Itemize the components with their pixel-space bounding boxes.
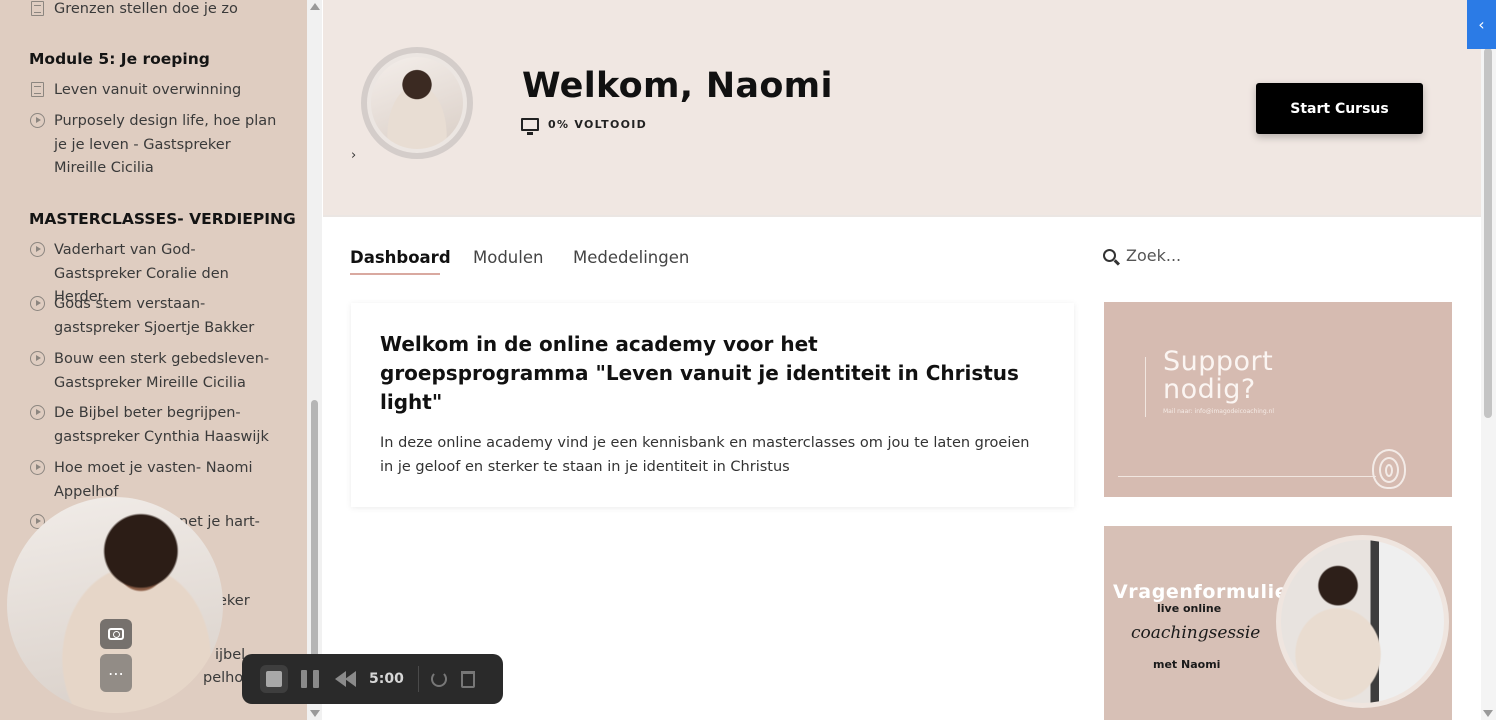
pause-button[interactable] [301,670,319,688]
question-form-banner[interactable]: Vragenformulier live online coachingsess… [1104,526,1452,720]
rewind-button[interactable] [335,671,357,687]
recording-timer: 5:00 [369,671,404,687]
form-banner-line3: met Naomi [1153,658,1221,671]
active-tab-underline [350,273,440,275]
form-banner-line1: live online [1157,602,1222,615]
play-circle-icon [29,112,45,128]
sidebar-item-label: Bouw een sterk gebedsleven- Gastspreker … [54,351,270,391]
app-root: Grenzen stellen doe je zo Module 5: Je r… [0,0,1496,720]
form-banner-line2: coachingsessie [1131,623,1261,643]
form-banner-title: Vragenformulier [1113,581,1299,603]
avatar-photo [371,57,463,149]
sidebar-masterclasses-heading: MASTERCLASSES- VERDIEPING [29,210,296,228]
support-title-line1: Support [1163,346,1274,377]
camera-button[interactable] [100,619,132,649]
search-box[interactable] [1103,246,1326,265]
divider [417,666,419,692]
tab-mededelingen[interactable]: Mededelingen [573,248,689,267]
fingerprint-icon [1372,449,1406,489]
avatar [361,47,473,159]
sidebar-item-overwinning[interactable]: Leven vanuit overwinning [29,79,279,103]
page-title: Welkom, Naomi [522,66,833,106]
scroll-down-icon[interactable] [310,710,320,717]
progress-label: 0% VOLTOOID [548,118,648,131]
sidebar-item-label: Hoe moet je vasten- Naomi Appelhof [54,460,253,500]
sidebar-item-vasten[interactable]: Hoe moet je vasten- Naomi Appelhof [29,457,279,504]
restart-icon[interactable] [430,671,447,687]
recording-toolbar: 5:00 [242,654,503,704]
main-scroll-thumb[interactable] [1484,48,1492,418]
camera-icon [108,628,124,640]
progress-indicator: 0% VOLTOOID [521,118,648,135]
welcome-card-text: In deze online academy vind je een kenni… [380,435,1030,475]
play-circle-icon [29,241,45,257]
stop-icon [266,671,282,687]
divider [1145,357,1146,417]
welcome-card-title: Welkom in de online academy voor het gro… [380,332,1019,414]
doc-icon [29,81,45,97]
sidebar-item-gods-stem[interactable]: Gods stem verstaan- gastspreker Sjoertje… [29,293,279,340]
scroll-up-icon[interactable] [310,3,320,10]
play-circle-icon [29,295,45,311]
coach-photo [1276,535,1449,708]
support-mail: Mail naar: info@imagodeicoaching.nl [1163,408,1275,415]
support-title-line2: nodig? [1163,374,1256,405]
welcome-card: Welkom in de online academy voor het gro… [351,303,1074,507]
search-input[interactable] [1126,246,1326,265]
course-header: › Welkom, Naomi 0% VOLTOOID Start Cursus [323,0,1481,215]
play-circle-icon [29,404,45,420]
scroll-down-icon[interactable] [1483,710,1493,717]
more-options-button[interactable]: ⋯ [100,654,132,692]
more-icon: ⋯ [108,663,124,683]
tab-dashboard[interactable]: Dashboard [350,248,451,267]
sidebar-item-label: Grenzen stellen doe je zo [54,1,238,17]
sidebar-item-label: Gods stem verstaan- gastspreker Sjoertje… [54,296,255,336]
sidebar-item-gebedsleven[interactable]: Bouw een sterk gebedsleven- Gastspreker … [29,348,279,395]
play-circle-icon [29,350,45,366]
main-scrollbar[interactable] [1481,0,1496,720]
doc-icon [29,0,45,16]
sidebar-item-label: De Bijbel beter begrijpen- gastspreker C… [54,405,269,445]
stop-recording-button[interactable] [260,665,288,693]
chevron-right-icon[interactable]: › [351,148,356,163]
support-banner[interactable]: Support nodig? Mail naar: info@imagodeic… [1104,302,1452,497]
sidebar-item-label: Purposely design life, hoe plan je je le… [54,113,277,176]
sidebar-toggle-button[interactable]: ‹ [1467,0,1496,49]
sidebar-item-grenzen[interactable]: Grenzen stellen doe je zo [29,0,279,22]
start-course-button[interactable]: Start Cursus [1256,83,1423,134]
sidebar-item-label: Leven vanuit overwinning [54,82,242,98]
trash-icon[interactable] [460,670,475,688]
sidebar-scrollbar[interactable] [307,0,322,720]
play-circle-icon [29,459,45,475]
monitor-icon [521,118,539,135]
sidebar-module-heading: Module 5: Je roeping [29,50,210,68]
sidebar-item-bijbel[interactable]: De Bijbel beter begrijpen- gastspreker C… [29,402,279,449]
sidebar-item-purposely-design[interactable]: Purposely design life, hoe plan je je le… [29,110,279,181]
tab-modulen[interactable]: Modulen [473,248,543,267]
search-icon [1103,249,1116,262]
divider [1118,476,1376,477]
support-title: Support nodig? [1163,348,1273,404]
header-divider [323,215,1481,217]
chevron-left-icon: ‹ [1478,15,1485,34]
